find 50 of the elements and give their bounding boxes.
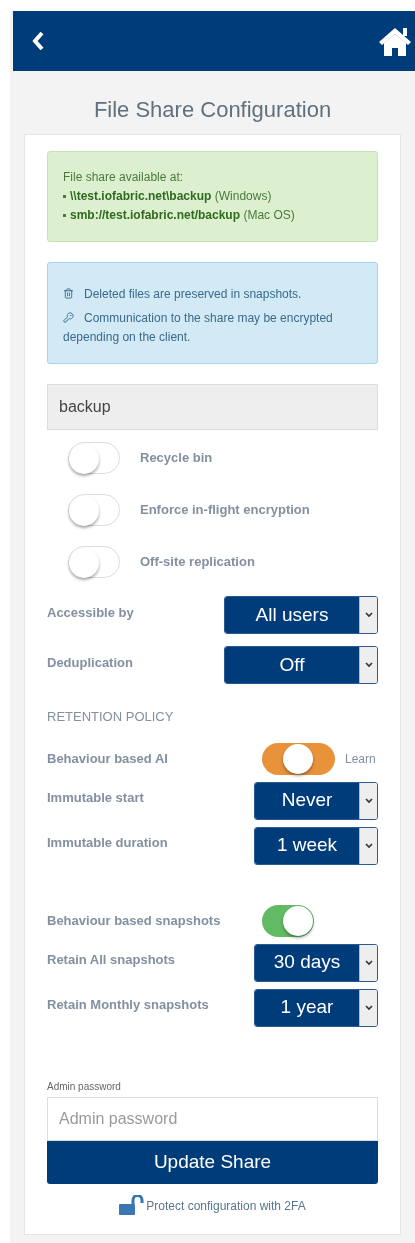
section-heading: RETENTION POLICY bbox=[47, 708, 175, 726]
chevron-down-icon bbox=[364, 959, 373, 966]
toggle-switch[interactable] bbox=[262, 904, 314, 937]
info-text: Communication to the share may be encrypted depending on the client. bbox=[63, 310, 334, 346]
option-label: Recycle bin bbox=[140, 449, 213, 468]
home-icon bbox=[377, 25, 413, 57]
setting-label: Behaviour based snapshots bbox=[47, 911, 222, 930]
setting-label: Immutable start bbox=[47, 788, 144, 807]
setting-label: Retain All snapshots bbox=[47, 950, 176, 969]
chevron-down-icon bbox=[364, 662, 373, 668]
setting-label: Immutable duration bbox=[47, 833, 168, 852]
chevron-down-icon bbox=[364, 1004, 373, 1011]
dropdown-select[interactable]: 30 days bbox=[254, 943, 378, 982]
chevron-down-icon bbox=[364, 612, 373, 618]
toggle-switch[interactable] bbox=[68, 546, 120, 578]
toggle-note: Learn bbox=[345, 750, 376, 768]
dropdown-select[interactable]: Never bbox=[254, 781, 378, 820]
info-text: Deleted files are preserved in snapshots. bbox=[63, 285, 362, 304]
home-button[interactable] bbox=[377, 25, 413, 57]
twofa-link[interactable]: Protect configuration with 2FA bbox=[146, 1196, 306, 1215]
notice-heading: File share available at: bbox=[63, 169, 185, 186]
bullet-icon bbox=[63, 214, 66, 217]
dropdown-select[interactable]: Off bbox=[224, 646, 378, 684]
toggle-switch[interactable] bbox=[262, 742, 335, 775]
option-label: Enforce in-flight encryption bbox=[140, 501, 310, 520]
chevron-left-icon bbox=[31, 31, 45, 51]
dropdown-select[interactable]: 1 week bbox=[254, 826, 378, 865]
share-path: smb://test.iofabric.net/backup (Mac OS) bbox=[70, 207, 295, 224]
chevron-down-icon bbox=[364, 797, 373, 804]
field-label: Admin password bbox=[47, 1079, 122, 1094]
setting-label: Accessible by bbox=[47, 604, 134, 622]
page-title: File Share Configuration bbox=[92, 96, 333, 124]
setting-label: Behaviour based AI bbox=[47, 749, 169, 768]
toggle-switch[interactable] bbox=[68, 442, 120, 474]
share-path: \\test.iofabric.net\backup (Windows) bbox=[70, 188, 272, 205]
option-label: Off-site replication bbox=[140, 553, 255, 572]
bullet-icon bbox=[63, 195, 66, 198]
update-share-button[interactable]: Update Share bbox=[47, 1140, 378, 1184]
share-name-field[interactable]: backup bbox=[47, 384, 378, 430]
password-field[interactable]: Admin password bbox=[47, 1096, 378, 1141]
back-button[interactable] bbox=[31, 31, 45, 51]
toggle-switch[interactable] bbox=[68, 494, 120, 526]
setting-label: Retain Monthly snapshots bbox=[47, 995, 209, 1014]
dropdown-select[interactable]: 1 year bbox=[254, 988, 378, 1027]
setting-label: Deduplication bbox=[47, 654, 133, 672]
dropdown-select[interactable]: All users bbox=[224, 596, 378, 634]
key-icon bbox=[63, 312, 74, 323]
unlock-icon bbox=[119, 1194, 145, 1215]
chevron-down-icon bbox=[364, 842, 373, 849]
trash-icon bbox=[63, 288, 74, 299]
